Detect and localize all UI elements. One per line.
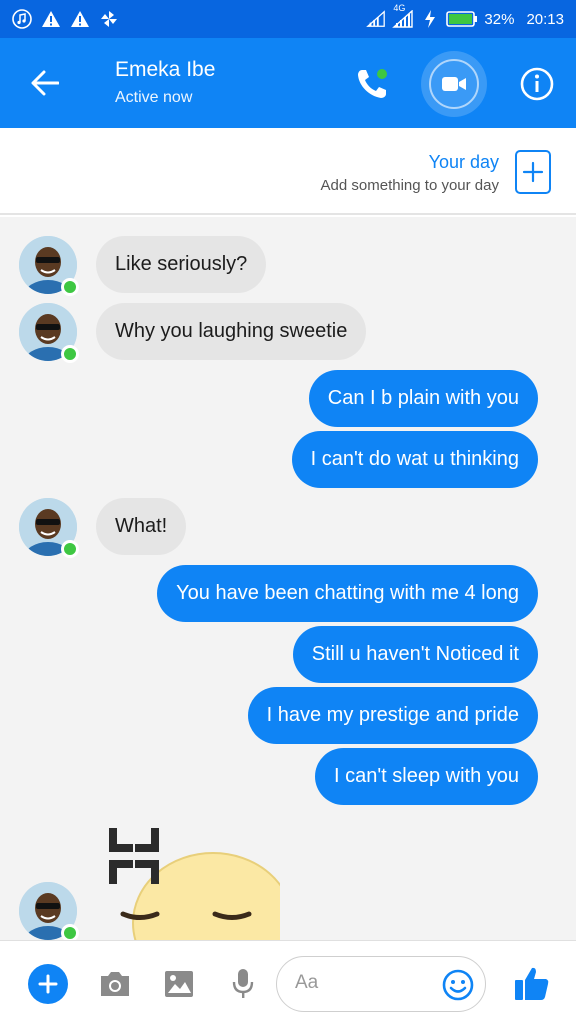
message-bubble-outgoing[interactable]: I can't do wat u thinking: [291, 431, 538, 488]
add-to-day-button[interactable]: [515, 150, 551, 194]
warning-icon: [70, 9, 90, 29]
angry-face-emoji[interactable]: [105, 828, 294, 940]
your-day-title: Your day: [428, 152, 499, 172]
back-button[interactable]: [28, 66, 62, 100]
network-type: 4G: [393, 3, 406, 13]
composer-bar: [0, 940, 576, 1024]
camera-icon: [101, 972, 129, 996]
music-icon: [12, 9, 32, 29]
your-day-section[interactable]: Your day Add something to your day: [0, 128, 576, 215]
like-button[interactable]: [511, 962, 553, 1004]
message-bubble-outgoing[interactable]: I can't sleep with you: [314, 748, 538, 805]
contact-status: Active now: [115, 89, 193, 106]
phone-icon: [358, 69, 387, 98]
online-indicator: [61, 345, 79, 363]
conversation-header: Emeka Ibe Active now: [0, 38, 576, 128]
voice-call-button[interactable]: [352, 64, 392, 104]
more-actions-button[interactable]: [28, 964, 68, 1004]
avatar[interactable]: [19, 882, 79, 940]
message-input[interactable]: [295, 972, 435, 994]
online-indicator: [61, 540, 79, 558]
network-indicator: 4G: [392, 3, 414, 28]
microphone-icon: [232, 969, 254, 998]
message-input-wrapper[interactable]: [276, 956, 486, 1012]
lightning-icon: [420, 9, 440, 29]
warning-icon: [41, 9, 61, 29]
voice-message-button[interactable]: [224, 965, 262, 1003]
message-bubble-outgoing[interactable]: Can I b plain with you: [308, 370, 538, 427]
info-button[interactable]: [519, 66, 555, 102]
status-bar: 4G 32% 20:13: [0, 0, 576, 38]
emoji-button[interactable]: [441, 968, 475, 1002]
avatar[interactable]: [19, 236, 79, 296]
message-bubble-incoming[interactable]: Like seriously?: [96, 236, 267, 293]
clock: 20:13: [526, 10, 564, 28]
message-bubble-outgoing[interactable]: Still u haven't Noticed it: [292, 626, 538, 683]
plus-icon: [522, 161, 544, 183]
smiley-icon: [442, 969, 474, 1001]
online-indicator: [61, 278, 79, 296]
contact-name[interactable]: Emeka Ibe: [115, 58, 215, 82]
pinwheel-icon: [99, 9, 119, 29]
battery-percent: 32%: [484, 10, 515, 28]
battery-icon: [446, 10, 478, 28]
avatar[interactable]: [19, 498, 79, 558]
video-camera-icon: [442, 77, 466, 91]
video-call-button[interactable]: [421, 51, 487, 117]
plus-icon: [38, 974, 58, 994]
thumbs-up-icon: [515, 967, 549, 1000]
message-bubble-incoming[interactable]: What!: [96, 498, 187, 555]
camera-button[interactable]: [96, 965, 134, 1003]
avatar[interactable]: [19, 303, 79, 363]
image-icon: [165, 971, 193, 997]
signal-icon: [366, 9, 386, 29]
your-day-subtitle: Add something to your day: [320, 177, 499, 194]
back-arrow-icon: [31, 70, 59, 96]
message-list[interactable]: Like seriously? Why you laughing sweetie…: [0, 217, 576, 940]
info-icon: [520, 67, 554, 101]
online-indicator: [61, 924, 79, 940]
message-bubble-outgoing[interactable]: You have been chatting with me 4 long: [157, 565, 538, 622]
gallery-button[interactable]: [160, 965, 198, 1003]
message-bubble-outgoing[interactable]: I have my prestige and pride: [247, 687, 538, 744]
message-bubble-incoming[interactable]: Why you laughing sweetie: [96, 303, 367, 360]
